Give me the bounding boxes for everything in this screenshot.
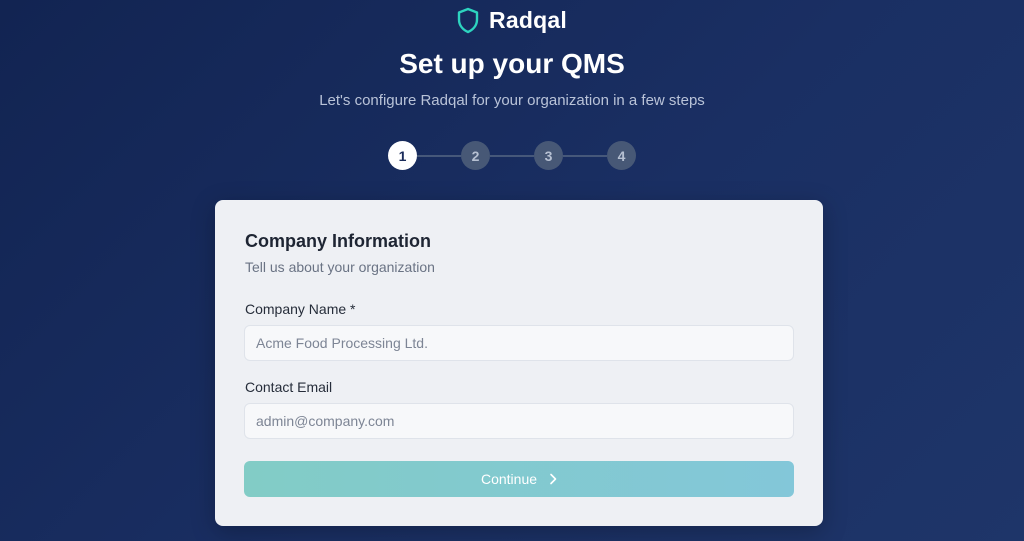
page-title: Set up your QMS (399, 48, 625, 79)
brand-name: Radqal (489, 7, 567, 33)
continue-button[interactable]: Continue (244, 461, 794, 497)
step-connector (490, 154, 534, 157)
step-2: 2 (461, 141, 490, 170)
brand-header: Radqal (0, 7, 1024, 34)
step-connector (563, 154, 607, 157)
step-1: 1 (388, 141, 417, 170)
step-3: 3 (534, 141, 563, 170)
company-info-card: Company Information Tell us about your o… (215, 200, 823, 526)
card-subtitle: Tell us about your organization (245, 259, 435, 275)
chevron-right-icon (549, 473, 557, 485)
company-name-input[interactable] (244, 325, 794, 361)
company-name-label: Company Name * (245, 301, 356, 317)
page-subtitle: Let's configure Radqal for your organiza… (319, 92, 705, 109)
step-connector (417, 154, 461, 157)
contact-email-label: Contact Email (245, 379, 333, 395)
contact-email-input[interactable] (244, 403, 794, 439)
card-title: Company Information (245, 231, 432, 251)
step-4: 4 (607, 141, 636, 170)
setup-stepper: 1 2 3 4 (0, 141, 1024, 170)
continue-label: Continue (480, 471, 538, 487)
shield-icon (457, 7, 479, 34)
